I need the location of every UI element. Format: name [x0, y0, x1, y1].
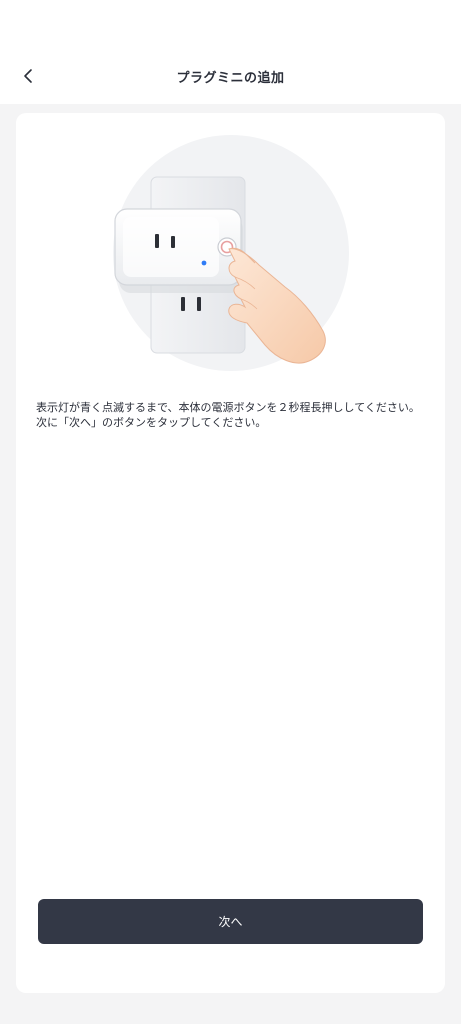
header-bar: プラグミニの追加	[0, 48, 461, 104]
next-button[interactable]: 次へ	[38, 899, 423, 944]
page-title: プラグミニの追加	[176, 70, 285, 86]
smart-plug-illustration	[113, 135, 349, 371]
content-card: 表示灯が青く点滅するまで、本体の電源ボタンを２秒程長押ししてください。次に「次へ…	[16, 113, 445, 993]
instruction-text: 表示灯が青く点滅するまで、本体の電源ボタンを２秒程長押ししてください。次に「次へ…	[36, 401, 420, 429]
plug-slot-left	[155, 234, 159, 248]
status-bar-area	[0, 0, 461, 48]
back-button[interactable]	[8, 56, 48, 96]
chevron-left-icon	[24, 69, 32, 83]
outlet-slot-left	[181, 297, 185, 311]
outlet-slot-right	[197, 297, 201, 311]
indicator-led	[201, 260, 207, 266]
plug-slot-right	[171, 236, 175, 248]
